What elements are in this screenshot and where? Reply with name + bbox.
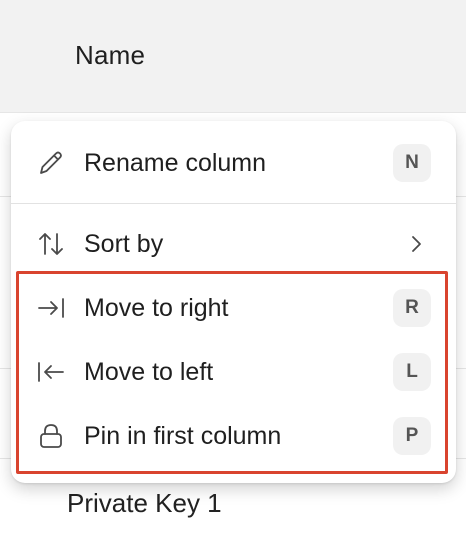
sort-arrows-icon [36,229,66,259]
menu-item-pin-in-first-column[interactable]: Pin in first column P [11,406,456,466]
menu-item-label: Move to right [84,294,229,322]
menu-item-sort-by[interactable]: Sort by [11,214,456,274]
menu-item-label: Pin in first column [84,422,282,450]
row-divider [0,112,466,113]
menu-divider [11,203,456,204]
pencil-icon [36,148,66,178]
menu-item-move-to-left[interactable]: Move to left L [11,342,456,402]
chevron-right-icon [405,231,427,257]
menu-item-label: Sort by [84,230,164,258]
menu-item-label: Move to left [84,358,214,386]
arrow-left-to-bar-icon [36,357,66,387]
menu-item-move-to-right[interactable]: Move to right R [11,278,456,338]
column-context-menu: Rename column N Sort by Move to right R … [11,121,456,483]
table-row-label[interactable]: Private Key 1 [67,488,222,519]
menu-item-label: Rename column [84,149,267,177]
shortcut-badge: R [393,289,431,327]
arrow-right-to-bar-icon [36,293,66,323]
column-header-row [0,0,466,112]
column-header-name[interactable]: Name [75,40,145,71]
lock-icon [36,421,66,451]
shortcut-badge: N [393,144,431,182]
shortcut-badge: P [393,417,431,455]
menu-item-rename-column[interactable]: Rename column N [11,133,456,193]
shortcut-badge: L [393,353,431,391]
